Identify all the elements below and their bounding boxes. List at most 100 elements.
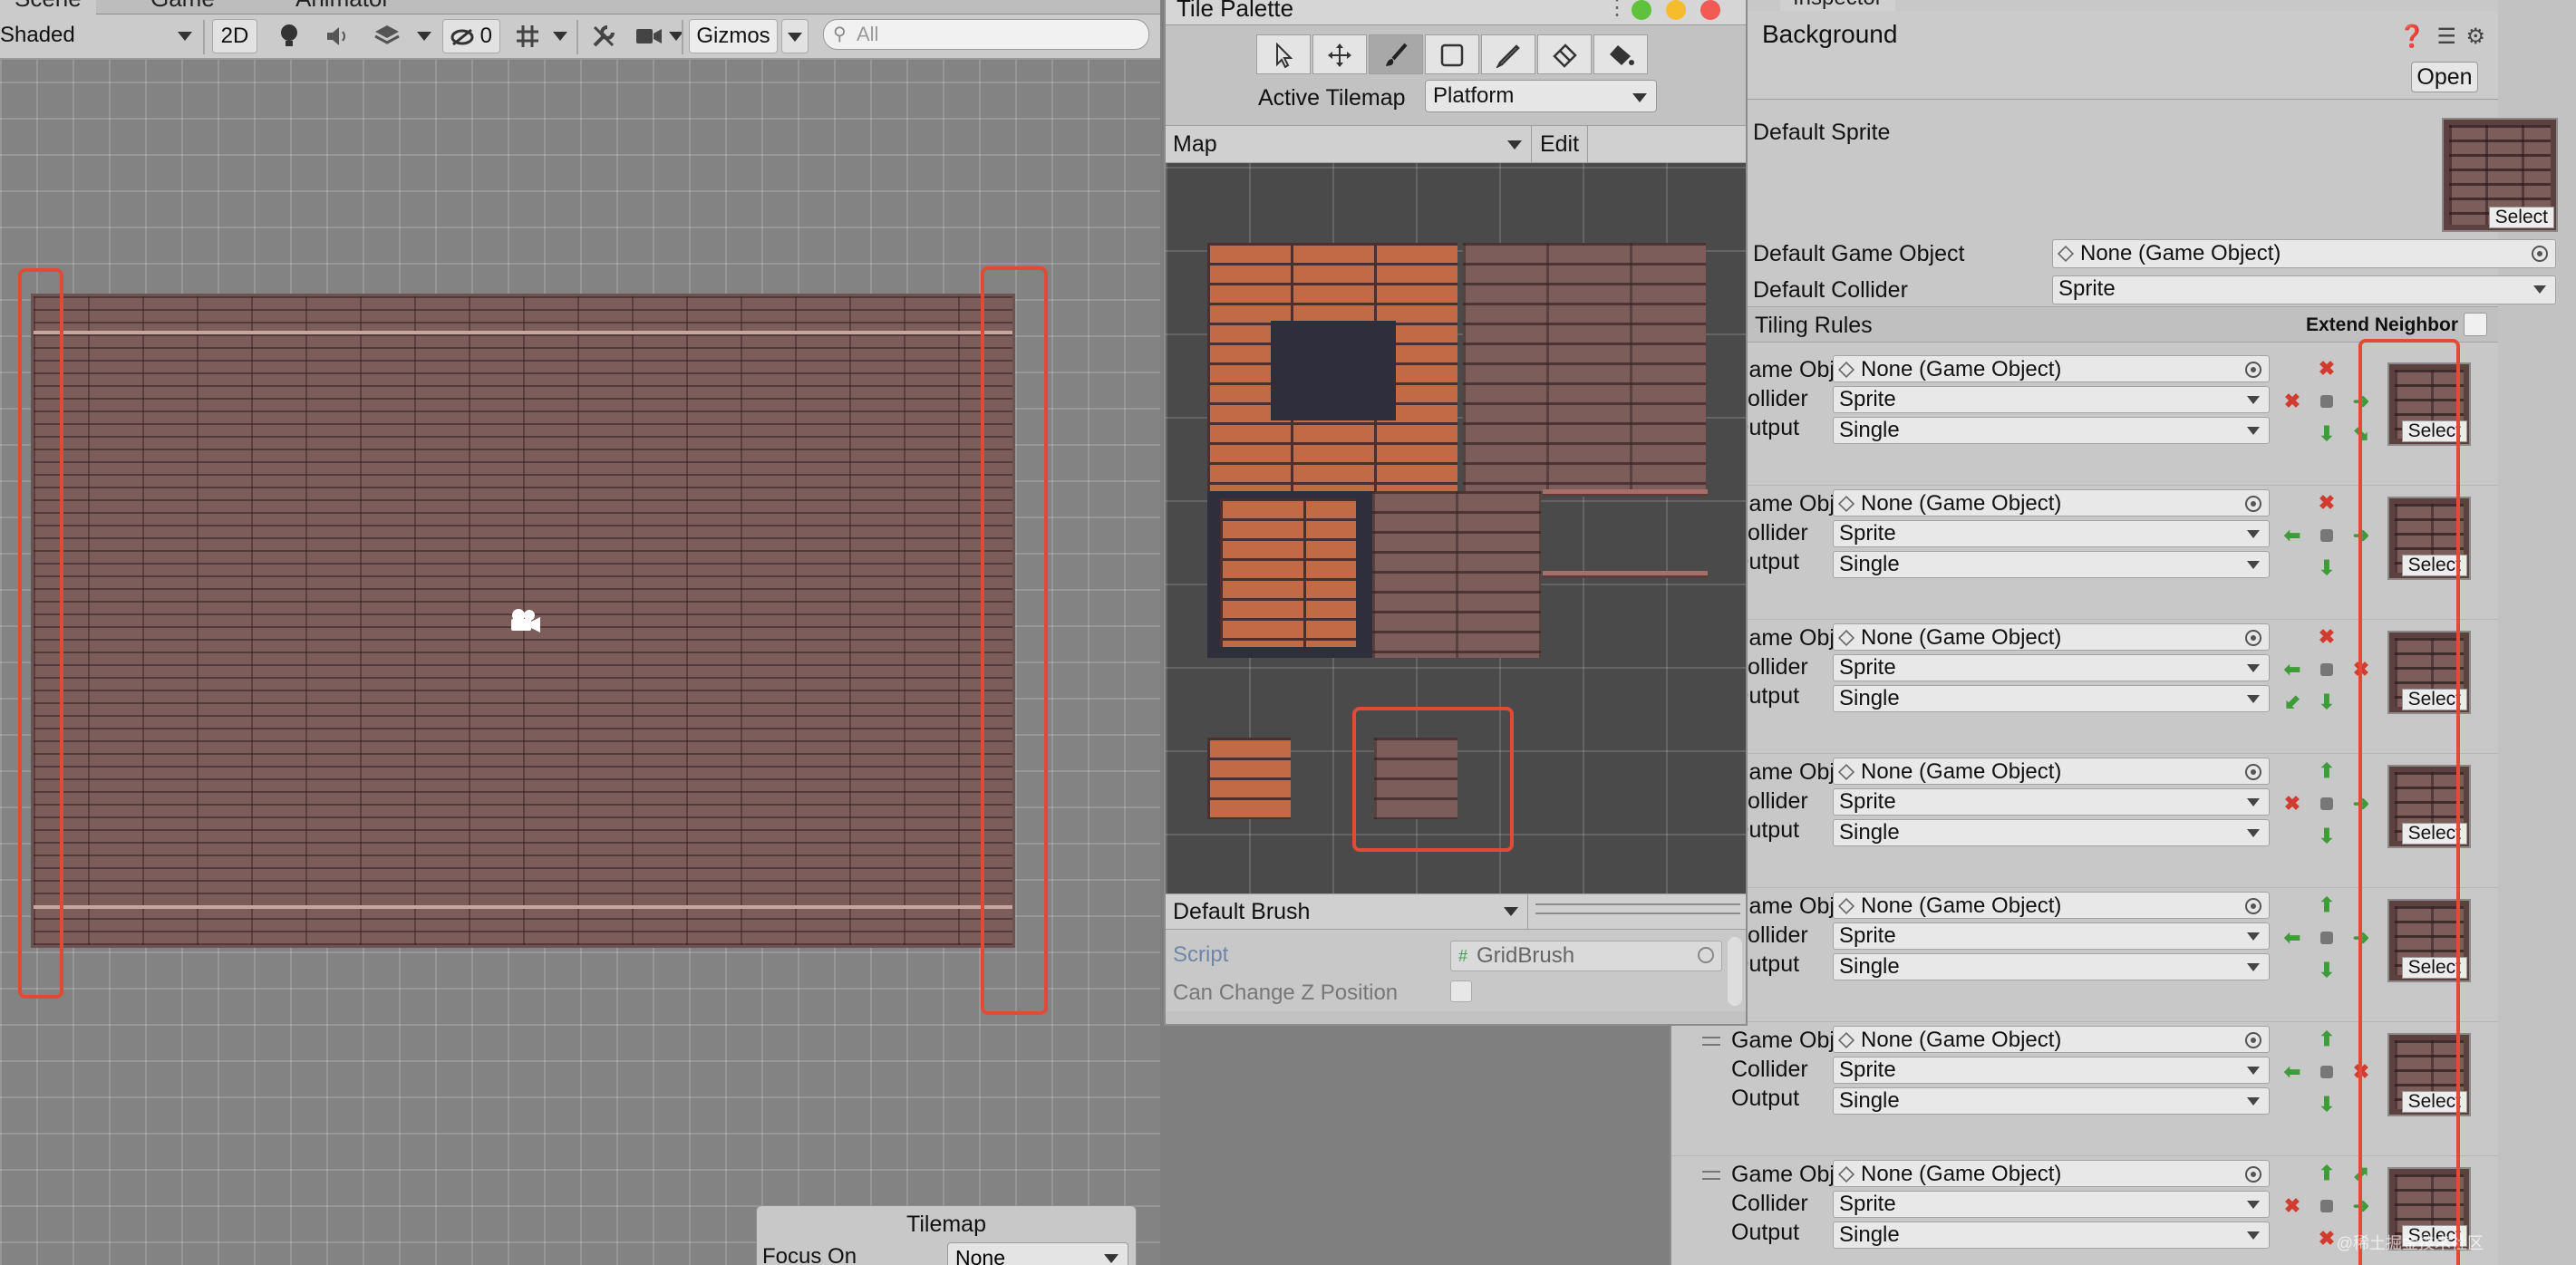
brush-dropdown[interactable]: Default Brush	[1166, 894, 1528, 929]
default-collider-dropdown[interactable]: Sprite	[2052, 275, 2556, 304]
tab-animator[interactable]: Animator	[281, 0, 404, 14]
presets-icon[interactable]: ☰	[2436, 24, 2456, 50]
rule-game-object-field[interactable]: None (Game Object)	[1833, 623, 2270, 651]
arrow-up-icon[interactable]: ⬆	[2313, 1026, 2340, 1053]
edit-palette-button[interactable]: Edit	[1532, 126, 1588, 162]
rule-collider-dropdown[interactable]: Sprite	[1833, 654, 2270, 681]
tab-game[interactable]: Game	[136, 0, 229, 14]
scene-search-input[interactable]: ⚲ All	[823, 19, 1149, 50]
minimize-window-icon[interactable]	[1666, 0, 1686, 20]
arrow-up-icon[interactable]: ⬆	[2313, 758, 2340, 785]
palette-tile-grid[interactable]	[1166, 163, 1746, 893]
arrow-down-icon[interactable]: ⬇	[2313, 823, 2340, 850]
not-this-icon[interactable]: ✖	[2279, 790, 2306, 817]
arrow-down-icon[interactable]: ⬇	[2313, 689, 2340, 716]
picker-button[interactable]	[1481, 34, 1535, 74]
arrow-down-icon[interactable]: ⬇	[2313, 957, 2340, 984]
arrow-left-icon[interactable]: ⬅	[2279, 522, 2306, 549]
default-sprite-thumbnail[interactable]: Select	[2442, 118, 2558, 232]
not-this-icon[interactable]: ✖	[2313, 489, 2340, 517]
properties-scrollbar[interactable]	[1728, 937, 1742, 1006]
palette-dropdown[interactable]: Map	[1166, 126, 1532, 162]
grid-toggle[interactable]	[508, 19, 547, 53]
arrow-left-icon[interactable]: ⬅	[2279, 656, 2306, 683]
arrow-left-icon[interactable]: ⬅	[2279, 1058, 2306, 1086]
object-picker-icon[interactable]	[2245, 630, 2261, 646]
move-tool-button[interactable]	[1312, 34, 1367, 74]
fill-bucket-button[interactable]	[1593, 34, 1648, 74]
gear-icon[interactable]: ⚙	[2465, 24, 2485, 50]
object-picker-icon[interactable]	[2245, 1032, 2261, 1048]
rule-output-dropdown[interactable]: Single	[1833, 551, 2270, 578]
not-this-icon[interactable]: ✖	[2279, 388, 2306, 415]
arrow-down-left-icon[interactable]: ⬋	[2279, 689, 2306, 716]
active-tilemap-dropdown[interactable]: Platform	[1425, 80, 1657, 112]
object-picker-icon[interactable]	[2245, 496, 2261, 512]
object-picker-icon[interactable]	[2532, 246, 2548, 262]
tile-orange-brick-frame[interactable]	[1207, 243, 1457, 491]
drag-handle-icon[interactable]	[1702, 1037, 1720, 1046]
camera-dropdown[interactable]	[665, 19, 687, 53]
eraser-button[interactable]	[1537, 34, 1592, 74]
object-picker-icon[interactable]	[2245, 1166, 2261, 1183]
drag-handle-icon[interactable]	[1702, 1171, 1720, 1180]
camera-toggle[interactable]	[629, 19, 669, 53]
resize-handle[interactable]	[1535, 903, 1740, 914]
help-icon[interactable]: ❓	[2398, 24, 2426, 50]
effects-dropdown[interactable]	[413, 19, 435, 53]
tile-platform-mid[interactable]	[1543, 571, 1708, 578]
tile-pink-brick-small[interactable]	[1372, 491, 1541, 658]
rule-collider-dropdown[interactable]: Sprite	[1833, 1191, 2270, 1218]
rule-output-dropdown[interactable]: Single	[1833, 819, 2270, 846]
rule-game-object-field[interactable]: None (Game Object)	[1833, 1026, 2270, 1053]
paint-brush-button[interactable]	[1369, 34, 1423, 74]
select-button[interactable]: Select	[2488, 207, 2554, 228]
rule-output-dropdown[interactable]: Single	[1833, 685, 2270, 712]
lighting-toggle[interactable]	[268, 19, 310, 53]
select-tool-button[interactable]	[1256, 34, 1311, 74]
rule-game-object-field[interactable]: None (Game Object)	[1833, 1160, 2270, 1187]
open-button[interactable]: Open	[2411, 62, 2478, 92]
tile-orange-single[interactable]	[1207, 738, 1291, 819]
not-this-icon[interactable]: ✖	[2313, 355, 2340, 382]
rule-output-dropdown[interactable]: Single	[1833, 1222, 2270, 1249]
camera-gizmo-icon[interactable]	[506, 607, 542, 634]
extend-neighbor-checkbox[interactable]	[2464, 313, 2487, 336]
rule-output-dropdown[interactable]: Single	[1833, 417, 2270, 444]
scene-viewport[interactable]	[0, 60, 1160, 1265]
rule-collider-dropdown[interactable]: Sprite	[1833, 922, 2270, 950]
object-picker-icon[interactable]	[2245, 764, 2261, 780]
effects-toggle[interactable]	[366, 19, 408, 53]
shading-mode-dropdown[interactable]: Shaded	[0, 19, 196, 53]
rule-collider-dropdown[interactable]: Sprite	[1833, 520, 2270, 547]
can-change-z-checkbox[interactable]	[1450, 980, 1472, 1002]
tile-orange-column[interactable]	[1220, 498, 1356, 647]
default-game-object-field[interactable]: None (Game Object)	[2052, 239, 2556, 268]
rule-collider-dropdown[interactable]: Sprite	[1833, 1057, 2270, 1084]
gizmos-button[interactable]: Gizmos	[689, 19, 778, 53]
more-options-icon[interactable]: ⋮	[1606, 0, 1628, 21]
box-fill-button[interactable]	[1425, 34, 1479, 74]
focus-on-dropdown[interactable]: None	[947, 1242, 1128, 1265]
arrow-down-icon[interactable]: ⬇	[2313, 1091, 2340, 1118]
not-this-icon[interactable]: ✖	[2313, 623, 2340, 651]
rule-game-object-field[interactable]: None (Game Object)	[1833, 892, 2270, 919]
arrow-down-icon[interactable]: ⬇	[2313, 555, 2340, 582]
object-picker-icon[interactable]	[2245, 362, 2261, 378]
rule-output-dropdown[interactable]: Single	[1833, 1087, 2270, 1115]
hidden-objects-toggle[interactable]: 0	[442, 19, 500, 53]
tile-platform-top[interactable]	[1543, 489, 1708, 497]
rule-collider-dropdown[interactable]: Sprite	[1833, 386, 2270, 413]
2d-toggle-button[interactable]: 2D	[212, 19, 257, 53]
rule-game-object-field[interactable]: None (Game Object)	[1833, 758, 2270, 785]
tools-toggle[interactable]	[584, 19, 624, 53]
rule-collider-dropdown[interactable]: Sprite	[1833, 788, 2270, 816]
arrow-left-icon[interactable]: ⬅	[2279, 924, 2306, 951]
rule-game-object-field[interactable]: None (Game Object)	[1833, 489, 2270, 517]
close-window-icon[interactable]	[1700, 0, 1720, 20]
arrow-up-icon[interactable]: ⬆	[2313, 1160, 2340, 1187]
audio-toggle[interactable]	[317, 19, 359, 53]
arrow-up-icon[interactable]: ⬆	[2313, 892, 2340, 919]
not-this-icon[interactable]: ✖	[2279, 1193, 2306, 1220]
tile-pink-brick-block[interactable]	[1463, 243, 1706, 491]
